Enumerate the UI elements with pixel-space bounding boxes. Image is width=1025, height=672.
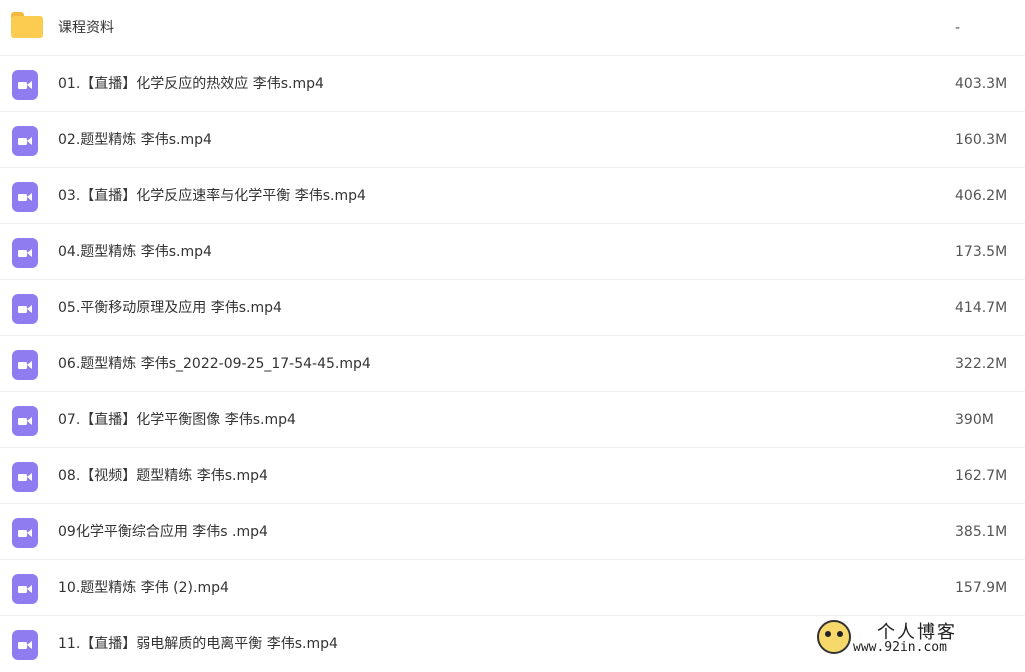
file-size: 157.9M [955, 580, 1008, 596]
file-row[interactable]: 07.【直播】化学平衡图像 李伟s.mp4 390M [0, 392, 1025, 448]
file-size: 322.2M [955, 356, 1008, 372]
file-size: 406.2M [955, 188, 1008, 204]
file-list: 课程资料 - 01.【直播】化学反应的热效应 李伟s.mp4 403.3M 02… [0, 0, 1025, 672]
video-file-icon [12, 406, 38, 436]
blog-watermark: 个人博客 www.92in.com [817, 616, 1007, 658]
file-size: - [955, 20, 961, 36]
file-name[interactable]: 课程资料 [58, 0, 114, 56]
file-name[interactable]: 04.题型精炼 李伟s.mp4 [58, 224, 212, 280]
video-file-icon [12, 70, 38, 100]
video-file-icon [12, 126, 38, 156]
video-file-icon [12, 574, 38, 604]
file-name[interactable]: 08.【视频】题型精练 李伟s.mp4 [58, 448, 268, 504]
video-file-icon [12, 518, 38, 548]
file-size: 403.3M [955, 76, 1008, 92]
file-name[interactable]: 09化学平衡综合应用 李伟s .mp4 [58, 504, 268, 560]
file-size: 414.7M [955, 300, 1008, 316]
file-name[interactable]: 10.题型精炼 李伟 (2).mp4 [58, 560, 229, 616]
file-size: 385.1M [955, 524, 1008, 540]
file-row[interactable]: 09化学平衡综合应用 李伟s .mp4 385.1M [0, 504, 1025, 560]
video-file-icon [12, 238, 38, 268]
video-file-icon [12, 462, 38, 492]
file-row-folder[interactable]: 课程资料 - [0, 0, 1025, 56]
watermark-url: www.92in.com [853, 640, 947, 655]
file-name[interactable]: 06.题型精炼 李伟s_2022-09-25_17-54-45.mp4 [58, 336, 371, 392]
file-name[interactable]: 03.【直播】化学反应速率与化学平衡 李伟s.mp4 [58, 168, 366, 224]
video-file-icon [12, 350, 38, 380]
video-file-icon [12, 182, 38, 212]
video-file-icon [12, 630, 38, 660]
file-row[interactable]: 02.题型精炼 李伟s.mp4 160.3M [0, 112, 1025, 168]
file-row[interactable]: 10.题型精炼 李伟 (2).mp4 157.9M [0, 560, 1025, 616]
file-size: 160.3M [955, 132, 1008, 148]
file-row[interactable]: 03.【直播】化学反应速率与化学平衡 李伟s.mp4 406.2M [0, 168, 1025, 224]
file-row[interactable]: 08.【视频】题型精练 李伟s.mp4 162.7M [0, 448, 1025, 504]
mascot-logo-icon [817, 620, 851, 654]
video-file-icon [12, 294, 38, 324]
file-size: 173.5M [955, 244, 1008, 260]
file-name[interactable]: 02.题型精炼 李伟s.mp4 [58, 112, 212, 168]
folder-icon [11, 12, 44, 38]
file-row[interactable]: 06.题型精炼 李伟s_2022-09-25_17-54-45.mp4 322.… [0, 336, 1025, 392]
file-size: 390M [955, 412, 994, 428]
file-name[interactable]: 05.平衡移动原理及应用 李伟s.mp4 [58, 280, 282, 336]
file-name[interactable]: 01.【直播】化学反应的热效应 李伟s.mp4 [58, 56, 324, 112]
file-row[interactable]: 01.【直播】化学反应的热效应 李伟s.mp4 403.3M [0, 56, 1025, 112]
file-row[interactable]: 04.题型精炼 李伟s.mp4 173.5M [0, 224, 1025, 280]
file-row[interactable]: 05.平衡移动原理及应用 李伟s.mp4 414.7M [0, 280, 1025, 336]
file-size: 162.7M [955, 468, 1008, 484]
file-name[interactable]: 07.【直播】化学平衡图像 李伟s.mp4 [58, 392, 296, 448]
